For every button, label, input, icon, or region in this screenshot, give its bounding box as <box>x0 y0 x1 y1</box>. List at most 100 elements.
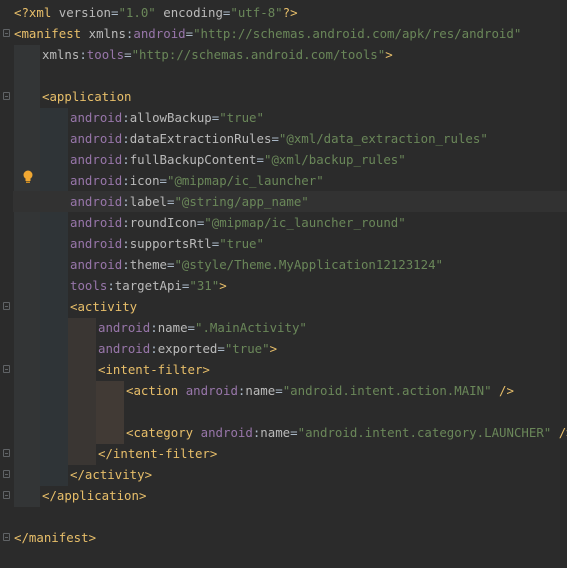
code-token: : <box>122 236 130 251</box>
code-token: name <box>260 425 291 440</box>
code-token: "@mipmap/ic_launcher_round" <box>204 215 406 230</box>
fold-activity-icon[interactable] <box>3 302 10 310</box>
code-token: = <box>124 47 132 62</box>
code-token: xmlns <box>42 47 80 62</box>
code-token: : <box>122 173 130 188</box>
code-token: android <box>70 236 123 251</box>
code-token: android <box>70 131 123 146</box>
fold-intent-filter-icon[interactable] <box>3 365 10 373</box>
code-token: > <box>269 341 278 356</box>
code-line[interactable]: xmlns:tools="http://schemas.android.com/… <box>42 44 393 65</box>
code-token: = <box>159 173 167 188</box>
code-token: </activity> <box>70 467 153 482</box>
code-token: "true" <box>219 110 264 125</box>
code-token: name <box>245 383 276 398</box>
code-token: = <box>217 341 225 356</box>
indent-guide-manifest <box>14 45 40 507</box>
code-line[interactable]: <application <box>42 86 132 107</box>
code-token: encoding <box>163 5 223 20</box>
code-token: "@mipmap/ic_launcher" <box>167 173 324 188</box>
code-token: <activity <box>70 299 138 314</box>
code-line[interactable]: android:name=".MainActivity" <box>98 317 307 338</box>
indent-guide-intent-filter <box>96 381 124 444</box>
code-token: : <box>122 110 130 125</box>
code-token: android <box>185 383 238 398</box>
code-token: > <box>219 278 227 293</box>
code-token: "http://schemas.android.com/tools" <box>131 47 386 62</box>
code-line[interactable]: <activity <box>70 296 137 317</box>
code-token: label <box>129 194 167 209</box>
code-token: : <box>122 131 130 146</box>
code-token: /> <box>499 383 514 398</box>
code-line[interactable]: </intent-filter> <box>98 443 217 464</box>
code-token: "utf-8" <box>230 5 283 20</box>
code-line[interactable]: tools:targetApi="31"> <box>70 275 227 296</box>
code-line[interactable]: android:theme="@style/Theme.MyApplicatio… <box>70 254 443 275</box>
code-token: android <box>70 110 123 125</box>
code-line[interactable]: <manifest xmlns:android="http://schemas.… <box>14 23 521 44</box>
code-token: android <box>70 173 123 188</box>
fold-activity-end-icon[interactable] <box>3 470 10 478</box>
code-token: android <box>70 152 123 167</box>
code-line[interactable]: <?xml version="1.0" encoding="utf-8"?> <box>14 2 298 23</box>
code-line[interactable]: android:label="@string/app_name" <box>70 191 309 212</box>
code-token: "@xml/backup_rules" <box>263 152 406 167</box>
code-line[interactable]: <intent-filter> <box>98 359 210 380</box>
fold-intent-filter-end-icon[interactable] <box>3 449 10 457</box>
code-token: targetApi <box>114 278 182 293</box>
code-token: "@xml/data_extraction_rules" <box>278 131 488 146</box>
code-token: = <box>187 320 195 335</box>
code-token: "31" <box>189 278 220 293</box>
code-token: = <box>290 425 298 440</box>
code-token: "android.intent.category.LAUNCHER" <box>297 425 552 440</box>
code-token: "@string/app_name" <box>174 194 309 209</box>
code-token: : <box>150 341 158 356</box>
code-token: > <box>385 47 393 62</box>
code-token: android <box>200 425 253 440</box>
code-token: xmlns <box>88 26 126 41</box>
code-line[interactable]: </manifest> <box>14 527 96 548</box>
code-token: icon <box>129 173 160 188</box>
code-token: <intent-filter> <box>98 362 210 377</box>
code-line[interactable]: android:icon="@mipmap/ic_launcher" <box>70 170 324 191</box>
code-token: </manifest> <box>14 530 97 545</box>
code-token: android <box>98 341 151 356</box>
code-line[interactable]: </application> <box>42 485 146 506</box>
code-token: "@style/Theme.MyApplication12123124" <box>174 257 444 272</box>
code-token: <category <box>126 425 201 440</box>
code-line[interactable]: <category android:name="android.intent.c… <box>126 422 567 443</box>
fold-application-end-icon[interactable] <box>3 491 10 499</box>
code-line[interactable]: android:roundIcon="@mipmap/ic_launcher_r… <box>70 212 406 233</box>
fold-manifest-icon[interactable] <box>3 29 10 37</box>
lightbulb-icon[interactable] <box>22 170 34 184</box>
code-token: android <box>98 320 151 335</box>
code-token: : <box>150 320 158 335</box>
code-token: dataExtractionRules <box>129 131 272 146</box>
code-token: <?xml <box>14 5 59 20</box>
code-line[interactable]: android:dataExtractionRules="@xml/data_e… <box>70 128 488 149</box>
code-token: "android.intent.action.MAIN" <box>282 383 492 398</box>
code-line[interactable]: </activity> <box>70 464 152 485</box>
code-token: = <box>185 26 194 41</box>
code-line[interactable]: android:supportsRtl="true" <box>70 233 264 254</box>
code-token: android <box>70 257 123 272</box>
code-token: tools <box>70 278 108 293</box>
code-line[interactable]: android:exported="true"> <box>98 338 277 359</box>
code-token: fullBackupContent <box>129 152 257 167</box>
code-line[interactable]: android:fullBackupContent="@xml/backup_r… <box>70 149 406 170</box>
fold-application-icon[interactable] <box>3 92 10 100</box>
code-token: = <box>256 152 264 167</box>
code-token: ?> <box>282 5 298 20</box>
code-token: : <box>107 278 115 293</box>
code-line[interactable]: android:allowBackup="true" <box>70 107 264 128</box>
fold-manifest-end-icon[interactable] <box>3 533 10 541</box>
code-token: "1.0" <box>118 5 156 20</box>
editor-gutter[interactable] <box>0 0 13 568</box>
indent-guide-application <box>40 108 68 486</box>
code-token: = <box>275 383 283 398</box>
code-token: </intent-filter> <box>98 446 218 461</box>
code-token: "http://schemas.android.com/apk/res/andr… <box>193 26 522 41</box>
code-line[interactable]: <action android:name="android.intent.act… <box>126 380 514 401</box>
